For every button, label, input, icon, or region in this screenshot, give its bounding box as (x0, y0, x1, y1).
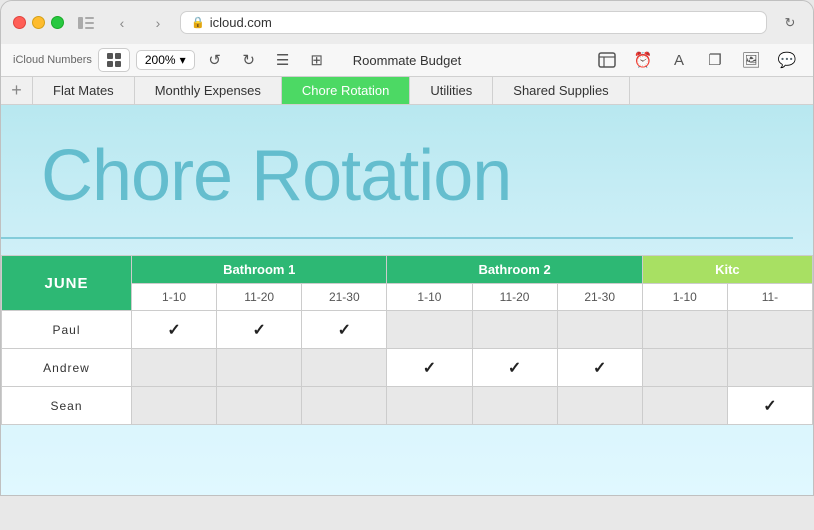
date-11-20-b2: 11-20 (472, 284, 557, 311)
redo-button[interactable]: ↻ (235, 48, 263, 72)
toolbar-left: iCloud Numbers 200% ▾ ↺ ↻ ☰ ⊞ (13, 48, 331, 72)
paul-k-2[interactable] (727, 311, 812, 349)
fullscreen-button[interactable] (51, 16, 64, 29)
sean-name: Sean (2, 387, 132, 425)
sean-b2-1[interactable] (387, 387, 472, 425)
paul-name: Paul (2, 311, 132, 349)
sean-b2-3[interactable] (557, 387, 642, 425)
sean-b1-3[interactable] (302, 387, 387, 425)
shape-button[interactable]: ❐ (701, 48, 729, 72)
zoom-control[interactable]: 200% ▾ (136, 50, 195, 70)
traffic-lights (13, 16, 64, 29)
date-11-20-b1: 11-20 (217, 284, 302, 311)
page-title: Chore Rotation (1, 105, 813, 237)
forward-button[interactable]: › (144, 12, 172, 34)
grid-view-button[interactable]: ⊞ (303, 48, 331, 72)
date-21-30-b2: 21-30 (557, 284, 642, 311)
date-21-30-b1: 21-30 (302, 284, 387, 311)
andrew-name: Andrew (2, 349, 132, 387)
app-info: iCloud Numbers (13, 54, 92, 66)
andrew-b2-2[interactable]: ✓ (472, 349, 557, 387)
sean-b1-2[interactable] (217, 387, 302, 425)
andrew-b1-2[interactable] (217, 349, 302, 387)
date-1-10-k: 1-10 (642, 284, 727, 311)
paul-b2-3[interactable] (557, 311, 642, 349)
sean-k-1[interactable] (642, 387, 727, 425)
minimize-button[interactable] (32, 16, 45, 29)
list-view-button[interactable]: ☰ (269, 48, 297, 72)
sean-b1-1[interactable] (132, 387, 217, 425)
url-bar[interactable]: 🔒 icloud.com (180, 11, 767, 34)
date-11-k: 11- (727, 284, 812, 311)
andrew-k-1[interactable] (642, 349, 727, 387)
paul-k-1[interactable] (642, 311, 727, 349)
reload-button[interactable]: ↻ (779, 12, 801, 34)
paul-b1-2[interactable]: ✓ (217, 311, 302, 349)
table-wrapper: JUNE Bathroom 1 Bathroom 2 Kitc 1-10 (1, 239, 813, 425)
date-1-10-b2: 1-10 (387, 284, 472, 311)
sean-b2-2[interactable] (472, 387, 557, 425)
tab-bar: + Flat Mates Monthly Expenses Chore Rota… (1, 77, 813, 105)
undo-button[interactable]: ↺ (201, 48, 229, 72)
paul-b1-3[interactable]: ✓ (302, 311, 387, 349)
andrew-b2-1[interactable]: ✓ (387, 349, 472, 387)
andrew-b2-3[interactable]: ✓ (557, 349, 642, 387)
toolbar-right: ⏰ A ❐ 🖼 💬 (593, 48, 801, 72)
image-button[interactable]: 🖼 (737, 48, 765, 72)
andrew-b1-1[interactable] (132, 349, 217, 387)
chart-button[interactable]: ⏰ (629, 48, 657, 72)
text-button[interactable]: A (665, 48, 693, 72)
andrew-b1-3[interactable] (302, 349, 387, 387)
url-text: icloud.com (210, 15, 272, 30)
title-bar: ‹ › 🔒 icloud.com ↻ (1, 1, 813, 44)
tab-shared-supplies[interactable]: Shared Supplies (493, 77, 629, 104)
tab-monthly-expenses[interactable]: Monthly Expenses (135, 77, 282, 104)
table-toggle-button[interactable] (98, 48, 130, 72)
kitchen-header: Kitc (642, 256, 812, 284)
tab-utilities[interactable]: Utilities (410, 77, 493, 104)
main-content: Chore Rotation JUNE Bathroom 1 Bathroom … (1, 105, 813, 495)
close-button[interactable] (13, 16, 26, 29)
browser-window: ‹ › 🔒 icloud.com ↻ iCloud Numbers 200% (0, 0, 814, 496)
chore-table: JUNE Bathroom 1 Bathroom 2 Kitc 1-10 (1, 255, 813, 425)
add-sheet-button[interactable]: + (1, 77, 33, 104)
sidebar-toggle-button[interactable] (72, 12, 100, 34)
sean-k-2[interactable]: ✓ (727, 387, 812, 425)
bathroom1-header: Bathroom 1 (132, 256, 387, 284)
andrew-k-2[interactable] (727, 349, 812, 387)
zoom-arrow: ▾ (180, 53, 186, 67)
tab-flat-mates[interactable]: Flat Mates (33, 77, 135, 104)
document-title: Roommate Budget (353, 53, 461, 68)
month-header: JUNE (2, 256, 132, 311)
paul-b2-2[interactable] (472, 311, 557, 349)
back-button[interactable]: ‹ (108, 12, 136, 34)
zoom-level: 200% (145, 53, 176, 67)
app-name: iCloud Numbers (13, 54, 92, 66)
bathroom2-header: Bathroom 2 (387, 256, 642, 284)
comment-button[interactable]: 💬 (773, 48, 801, 72)
paul-b2-1[interactable] (387, 311, 472, 349)
table-row: Sean ✓ (2, 387, 813, 425)
lock-icon: 🔒 (191, 16, 205, 29)
table-row: Andrew ✓ ✓ ✓ (2, 349, 813, 387)
paul-b1-1[interactable]: ✓ (132, 311, 217, 349)
tab-chore-rotation[interactable]: Chore Rotation (282, 77, 410, 104)
header-row: JUNE Bathroom 1 Bathroom 2 Kitc (2, 256, 813, 284)
app-toolbar: iCloud Numbers 200% ▾ ↺ ↻ ☰ ⊞ Roommate B… (1, 44, 813, 77)
table-row: Paul ✓ ✓ ✓ (2, 311, 813, 349)
date-1-10-b1: 1-10 (132, 284, 217, 311)
table-button[interactable] (593, 48, 621, 72)
